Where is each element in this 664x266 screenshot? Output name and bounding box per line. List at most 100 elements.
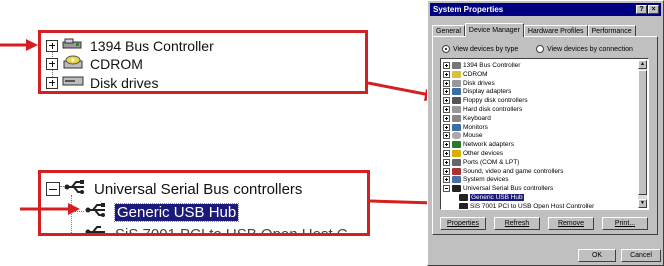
expand-plus-icon[interactable] xyxy=(443,97,450,105)
tree-item-label: Network adapters xyxy=(463,141,514,149)
tree-item-label: System devices xyxy=(463,176,509,184)
tree-item[interactable]: Keyboard xyxy=(443,114,491,123)
disk-drive-icon xyxy=(62,74,84,91)
tree-item-label: Disk drives xyxy=(463,79,495,87)
ok-button[interactable]: OK xyxy=(578,249,616,262)
usb-icon xyxy=(459,202,468,209)
radio-view-by-connection[interactable]: View devices by connection xyxy=(536,45,633,53)
zoom-item-1394: 1394 Bus Controller xyxy=(46,37,214,54)
zoom-item-label: Disk drives xyxy=(90,74,159,91)
sound-icon xyxy=(452,167,461,175)
tree-item[interactable]: Universal Serial Bus controllers xyxy=(443,184,553,193)
tree-item[interactable]: System devices xyxy=(443,175,509,184)
device-tree[interactable]: 1394 Bus Controller CDROM Disk drives Displ… xyxy=(440,58,649,210)
tree-item-label: Sound, video and game controllers xyxy=(463,167,564,175)
radio-label: View devices by connection xyxy=(547,45,633,53)
port-icon xyxy=(452,158,461,166)
radio-unselected-icon xyxy=(536,45,544,53)
zoom-usb-next: SiS 7001 PCI to USB Open Host C xyxy=(85,223,348,236)
expand-plus-icon[interactable] xyxy=(443,123,450,131)
refresh-button[interactable]: Refresh xyxy=(494,217,540,230)
tree-item-label: SiS 7001 PCI to USB Open Host Controller xyxy=(470,202,595,210)
mouse-icon xyxy=(452,132,461,140)
help-button[interactable]: ? xyxy=(636,5,647,14)
collapse-minus-icon xyxy=(46,182,60,196)
zoom-item-disk-drives: Disk drives xyxy=(46,74,158,91)
tree-item-label: Floppy disk controllers xyxy=(463,97,528,105)
radio-selected-icon xyxy=(442,45,450,53)
keyboard-icon xyxy=(452,114,461,122)
cancel-button[interactable]: Cancel xyxy=(621,249,661,262)
expand-plus-icon[interactable] xyxy=(443,79,450,87)
tree-item[interactable]: Monitors xyxy=(443,123,488,132)
expand-plus-icon[interactable] xyxy=(443,141,450,149)
expand-plus-icon[interactable] xyxy=(443,70,450,78)
expand-plus-icon[interactable] xyxy=(443,132,450,140)
tree-item-label: Universal Serial Bus controllers xyxy=(463,185,554,193)
bus-controller-icon xyxy=(62,37,84,54)
tree-item[interactable]: Other devices xyxy=(443,149,503,158)
expand-plus-icon[interactable] xyxy=(443,106,450,113)
scroll-down-icon[interactable]: ▼ xyxy=(638,199,647,208)
expand-plus-icon[interactable] xyxy=(443,88,450,96)
tree-item-label: Mouse xyxy=(463,132,483,140)
zoom-usb-parent-label: Universal Serial Bus controllers xyxy=(94,180,303,198)
radio-label: View devices by type xyxy=(453,45,519,53)
expand-plus-icon[interactable] xyxy=(443,114,450,122)
print-button[interactable]: Print... xyxy=(602,217,648,230)
tree-item-label: Keyboard xyxy=(463,114,491,122)
title-bar: System Properties ? × xyxy=(430,3,661,16)
expand-plus-icon[interactable] xyxy=(443,62,450,69)
usb-icon xyxy=(64,178,88,200)
tree-item[interactable]: 1394 Bus Controller xyxy=(443,61,520,70)
zoom-usb-next-label: SiS 7001 PCI to USB Open Host C xyxy=(115,225,348,236)
zoom-usb-parent: Universal Serial Bus controllers xyxy=(46,178,302,200)
tree-item-label: Monitors xyxy=(463,123,488,131)
monitor-icon xyxy=(452,88,461,96)
close-button[interactable]: × xyxy=(648,5,659,14)
tree-item[interactable]: Display adapters xyxy=(443,87,511,96)
remove-button[interactable]: Remove xyxy=(548,217,594,230)
tree-item[interactable]: Network adapters xyxy=(443,140,514,149)
tree-item[interactable]: Generic USB Hub xyxy=(459,193,524,202)
zoom-usb-selected: Generic USB Hub xyxy=(85,201,240,223)
usb-icon xyxy=(459,194,468,201)
tree-item-label: Other devices xyxy=(463,150,504,157)
expand-plus-icon xyxy=(46,57,58,70)
tree-item-label: Display adapters xyxy=(463,88,512,96)
radio-view-by-type[interactable]: View devices by type xyxy=(442,45,518,53)
tab-strip: General Device Manager Hardware Profiles… xyxy=(432,23,636,37)
tree-item[interactable]: Sound, video and game controllers xyxy=(443,167,563,176)
expand-plus-icon[interactable] xyxy=(443,150,450,157)
disk-icon xyxy=(452,106,461,113)
tree-item[interactable]: SiS 7001 PCI to USB Open Host Controller xyxy=(459,202,595,210)
expand-plus-icon xyxy=(46,76,58,89)
tree-item[interactable]: Ports (COM & LPT) xyxy=(443,158,519,167)
tree-item[interactable]: Disk drives xyxy=(443,79,495,88)
tree-item[interactable]: Floppy disk controllers xyxy=(443,96,528,105)
bus-icon xyxy=(452,62,461,69)
tree-item[interactable]: Hard disk controllers xyxy=(443,105,522,114)
floppy-icon xyxy=(452,97,461,105)
question-icon xyxy=(452,150,461,157)
tab-device-manager[interactable]: Device Manager xyxy=(464,23,524,37)
scroll-up-icon[interactable]: ▲ xyxy=(638,60,647,69)
tree-item[interactable]: CDROM xyxy=(443,70,488,79)
tree-item[interactable]: Mouse xyxy=(443,131,483,140)
expand-plus-icon[interactable] xyxy=(443,167,450,175)
usb-icon xyxy=(85,201,109,223)
dialog-title: System Properties xyxy=(433,5,504,14)
zoom-item-label: CDROM xyxy=(90,55,143,72)
scroll-thumb[interactable] xyxy=(638,70,647,195)
arrow-right-icon xyxy=(20,203,80,215)
usb-icon xyxy=(85,223,109,233)
expand-plus-icon[interactable] xyxy=(443,176,450,184)
tree-scrollbar[interactable]: ▲ ▼ xyxy=(638,60,647,208)
disk-icon xyxy=(452,79,461,87)
zoom-item-cdrom: CDROM xyxy=(46,55,143,72)
expand-plus-icon[interactable] xyxy=(443,158,450,166)
network-icon xyxy=(452,141,461,149)
collapse-minus-icon[interactable] xyxy=(443,185,450,193)
properties-button[interactable]: Properties xyxy=(440,217,486,230)
tree-item-label: 1394 Bus Controller xyxy=(463,62,521,69)
